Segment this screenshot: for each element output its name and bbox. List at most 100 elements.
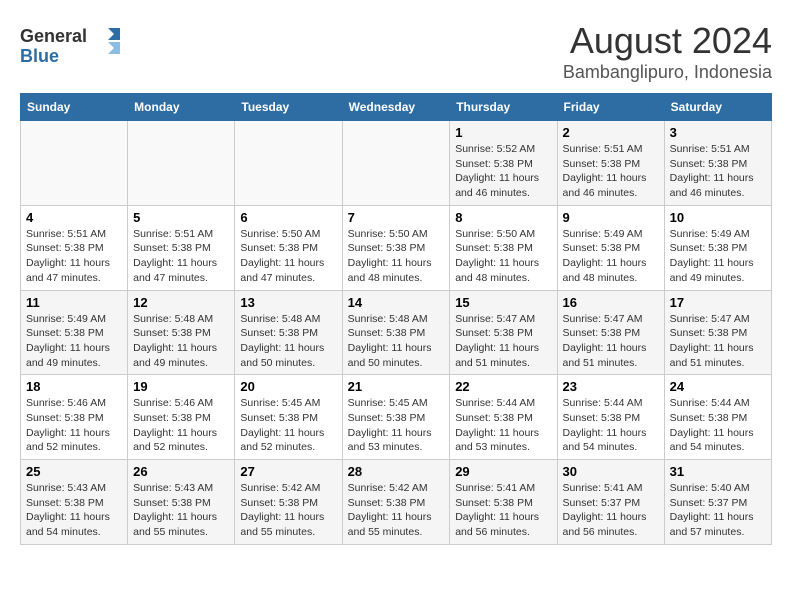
calendar-cell: 24 Sunrise: 5:44 AMSunset: 5:38 PMDayligh… [664, 375, 771, 460]
day-info: Sunrise: 5:45 AMSunset: 5:38 PMDaylight:… [348, 396, 445, 455]
svg-text:General: General [20, 26, 87, 46]
day-info: Sunrise: 5:48 AMSunset: 5:38 PMDaylight:… [240, 312, 336, 371]
calendar-cell: 1Sunrise: 5:52 AMSunset: 5:38 PMDaylight… [450, 121, 557, 206]
calendar-cell: 31 Sunrise: 5:40 AMSunset: 5:37 PMDayligh… [664, 460, 771, 545]
day-info: Sunrise: 5:44 AMSunset: 5:38 PMDaylight:… [670, 396, 766, 455]
day-number: 31 [670, 464, 766, 479]
day-info: Sunrise: 5:42 AMSunset: 5:38 PMDaylight:… [348, 481, 445, 540]
calendar-cell [21, 121, 128, 206]
day-number: 18 [26, 379, 122, 394]
day-number: 4 [26, 210, 122, 225]
calendar-cell: 14 Sunrise: 5:48 AMSunset: 5:38 PMDayligh… [342, 290, 450, 375]
day-info: Sunrise: 5:51 AMSunset: 5:38 PMDaylight:… [26, 227, 122, 286]
page-header: General Blue August 2024 Bambanglipuro, … [20, 20, 772, 83]
day-info: Sunrise: 5:43 AMSunset: 5:38 PMDaylight:… [26, 481, 122, 540]
week-row-1: 1Sunrise: 5:52 AMSunset: 5:38 PMDaylight… [21, 121, 772, 206]
header-day-wednesday: Wednesday [342, 94, 450, 121]
day-number: 20 [240, 379, 336, 394]
day-info: Sunrise: 5:46 AMSunset: 5:38 PMDaylight:… [26, 396, 122, 455]
calendar-cell: 9 Sunrise: 5:49 AMSunset: 5:38 PMDaylight… [557, 205, 664, 290]
calendar-cell: 18 Sunrise: 5:46 AMSunset: 5:38 PMDayligh… [21, 375, 128, 460]
calendar-cell: 23 Sunrise: 5:44 AMSunset: 5:38 PMDayligh… [557, 375, 664, 460]
header-day-saturday: Saturday [664, 94, 771, 121]
day-info: Sunrise: 5:47 AMSunset: 5:38 PMDaylight:… [563, 312, 659, 371]
header-day-tuesday: Tuesday [235, 94, 342, 121]
day-info: Sunrise: 5:51 AMSunset: 5:38 PMDaylight:… [563, 142, 659, 201]
day-number: 16 [563, 295, 659, 310]
day-number: 6 [240, 210, 336, 225]
day-number: 15 [455, 295, 551, 310]
calendar-cell: 27 Sunrise: 5:42 AMSunset: 5:38 PMDayligh… [235, 460, 342, 545]
page-subtitle: Bambanglipuro, Indonesia [563, 62, 772, 83]
calendar-cell: 29 Sunrise: 5:41 AMSunset: 5:38 PMDayligh… [450, 460, 557, 545]
week-row-3: 11 Sunrise: 5:49 AMSunset: 5:38 PMDayligh… [21, 290, 772, 375]
day-info: Sunrise: 5:41 AMSunset: 5:38 PMDaylight:… [455, 481, 551, 540]
day-info: Sunrise: 5:52 AMSunset: 5:38 PMDaylight:… [455, 142, 551, 201]
day-number: 17 [670, 295, 766, 310]
calendar-cell: 25 Sunrise: 5:43 AMSunset: 5:38 PMDayligh… [21, 460, 128, 545]
day-number: 24 [670, 379, 766, 394]
header-day-monday: Monday [128, 94, 235, 121]
calendar-cell: 6 Sunrise: 5:50 AMSunset: 5:38 PMDaylight… [235, 205, 342, 290]
day-info: Sunrise: 5:49 AMSunset: 5:38 PMDaylight:… [670, 227, 766, 286]
page-title: August 2024 [563, 20, 772, 62]
calendar-cell: 4 Sunrise: 5:51 AMSunset: 5:38 PMDaylight… [21, 205, 128, 290]
day-info: Sunrise: 5:50 AMSunset: 5:38 PMDaylight:… [348, 227, 445, 286]
day-info: Sunrise: 5:48 AMSunset: 5:38 PMDaylight:… [348, 312, 445, 371]
day-number: 23 [563, 379, 659, 394]
day-info: Sunrise: 5:49 AMSunset: 5:38 PMDaylight:… [26, 312, 122, 371]
day-number: 3 [670, 125, 766, 140]
calendar-cell: 8 Sunrise: 5:50 AMSunset: 5:38 PMDaylight… [450, 205, 557, 290]
svg-text:Blue: Blue [20, 46, 59, 66]
day-info: Sunrise: 5:44 AMSunset: 5:38 PMDaylight:… [563, 396, 659, 455]
header-day-sunday: Sunday [21, 94, 128, 121]
day-info: Sunrise: 5:50 AMSunset: 5:38 PMDaylight:… [455, 227, 551, 286]
title-block: August 2024 Bambanglipuro, Indonesia [563, 20, 772, 83]
calendar-header: SundayMondayTuesdayWednesdayThursdayFrid… [21, 94, 772, 121]
calendar-table: SundayMondayTuesdayWednesdayThursdayFrid… [20, 93, 772, 545]
day-info: Sunrise: 5:46 AMSunset: 5:38 PMDaylight:… [133, 396, 229, 455]
calendar-cell: 16 Sunrise: 5:47 AMSunset: 5:38 PMDayligh… [557, 290, 664, 375]
day-number: 25 [26, 464, 122, 479]
day-number: 28 [348, 464, 445, 479]
day-info: Sunrise: 5:51 AMSunset: 5:38 PMDaylight:… [670, 142, 766, 201]
day-info: Sunrise: 5:41 AMSunset: 5:37 PMDaylight:… [563, 481, 659, 540]
calendar-cell: 26Sunrise: 5:43 AMSunset: 5:38 PMDayligh… [128, 460, 235, 545]
day-number: 27 [240, 464, 336, 479]
day-number: 19 [133, 379, 229, 394]
header-row: SundayMondayTuesdayWednesdayThursdayFrid… [21, 94, 772, 121]
calendar-cell: 2 Sunrise: 5:51 AMSunset: 5:38 PMDaylight… [557, 121, 664, 206]
calendar-cell: 30Sunrise: 5:41 AMSunset: 5:37 PMDayligh… [557, 460, 664, 545]
day-number: 9 [563, 210, 659, 225]
calendar-cell: 12 Sunrise: 5:48 AMSunset: 5:38 PMDayligh… [128, 290, 235, 375]
day-number: 12 [133, 295, 229, 310]
calendar-cell: 3 Sunrise: 5:51 AMSunset: 5:38 PMDaylight… [664, 121, 771, 206]
day-number: 10 [670, 210, 766, 225]
calendar-cell: 7Sunrise: 5:50 AMSunset: 5:38 PMDaylight… [342, 205, 450, 290]
day-number: 2 [563, 125, 659, 140]
calendar-cell: 28 Sunrise: 5:42 AMSunset: 5:38 PMDayligh… [342, 460, 450, 545]
day-info: Sunrise: 5:40 AMSunset: 5:37 PMDaylight:… [670, 481, 766, 540]
day-info: Sunrise: 5:49 AMSunset: 5:38 PMDaylight:… [563, 227, 659, 286]
calendar-cell: 17 Sunrise: 5:47 AMSunset: 5:38 PMDayligh… [664, 290, 771, 375]
day-number: 8 [455, 210, 551, 225]
day-number: 26 [133, 464, 229, 479]
day-info: Sunrise: 5:47 AMSunset: 5:38 PMDaylight:… [670, 312, 766, 371]
calendar-cell: 20 Sunrise: 5:45 AMSunset: 5:38 PMDayligh… [235, 375, 342, 460]
calendar-cell [235, 121, 342, 206]
day-info: Sunrise: 5:42 AMSunset: 5:38 PMDaylight:… [240, 481, 336, 540]
logo-block: General Blue [20, 20, 130, 75]
day-info: Sunrise: 5:50 AMSunset: 5:38 PMDaylight:… [240, 227, 336, 286]
calendar-cell [128, 121, 235, 206]
day-number: 14 [348, 295, 445, 310]
day-info: Sunrise: 5:45 AMSunset: 5:38 PMDaylight:… [240, 396, 336, 455]
day-info: Sunrise: 5:47 AMSunset: 5:38 PMDaylight:… [455, 312, 551, 371]
day-number: 5 [133, 210, 229, 225]
day-info: Sunrise: 5:48 AMSunset: 5:38 PMDaylight:… [133, 312, 229, 371]
week-row-5: 25 Sunrise: 5:43 AMSunset: 5:38 PMDayligh… [21, 460, 772, 545]
day-info: Sunrise: 5:44 AMSunset: 5:38 PMDaylight:… [455, 396, 551, 455]
calendar-cell: 11 Sunrise: 5:49 AMSunset: 5:38 PMDayligh… [21, 290, 128, 375]
day-info: Sunrise: 5:51 AMSunset: 5:38 PMDaylight:… [133, 227, 229, 286]
day-number: 29 [455, 464, 551, 479]
day-number: 11 [26, 295, 122, 310]
